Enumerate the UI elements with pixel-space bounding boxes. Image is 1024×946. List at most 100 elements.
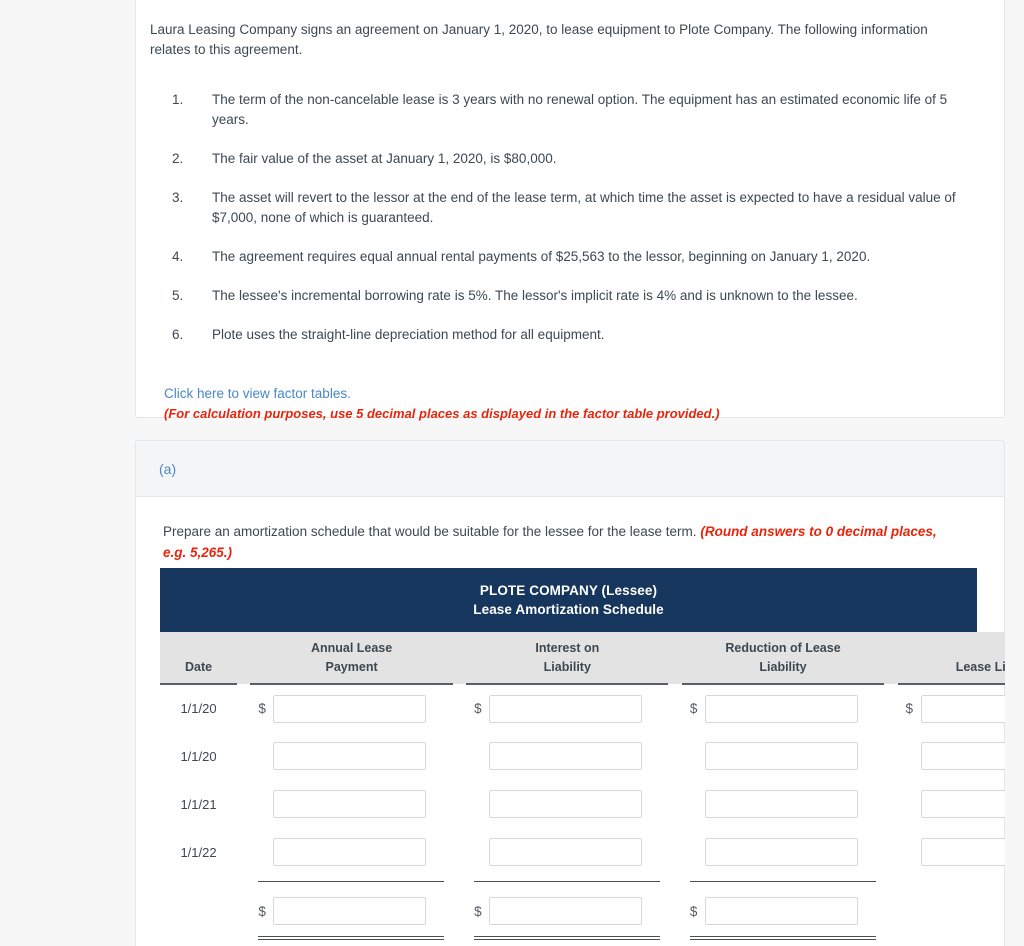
row3-cell-payment: $ xyxy=(250,780,452,828)
exercise-page: Laura Leasing Company signs an agreement… xyxy=(0,0,1024,946)
input-payment-3[interactable] xyxy=(273,790,427,818)
input-reduction-1[interactable] xyxy=(704,694,858,723)
fact-text-4: The agreement requires equal annual rent… xyxy=(212,249,871,264)
dblrule-gap-3 xyxy=(668,934,681,942)
schedule-head: Date Annual Lease Payment Interest on Li… xyxy=(160,632,1005,685)
input-total-interest[interactable] xyxy=(489,897,643,925)
input-reduction-4[interactable] xyxy=(704,838,858,866)
column-header-reduction-of-lease-liability: Reduction of Lease Liability xyxy=(681,632,885,685)
row4-gap-3 xyxy=(668,828,681,876)
row3-cell-interest: $ xyxy=(466,780,668,828)
schedule-header-row: Date Annual Lease Payment Interest on Li… xyxy=(160,632,1005,685)
total-cell-interest: $ xyxy=(466,886,668,934)
input-payment-1[interactable] xyxy=(273,694,427,723)
row1-cell-payment: $ xyxy=(250,684,452,732)
input-payment-2[interactable] xyxy=(273,742,427,770)
input-interest-2[interactable] xyxy=(489,742,643,770)
decimal-places-note: (For calculation purposes, use 5 decimal… xyxy=(164,406,720,421)
subtotal-rule-payment xyxy=(250,876,452,886)
total-liability-spacer xyxy=(898,886,1005,934)
total-gap-2 xyxy=(453,886,466,934)
row4-cell-liability: $ xyxy=(898,828,1005,876)
row2-gap-2 xyxy=(453,732,466,780)
column-gap-1 xyxy=(237,632,251,684)
row2-cell-payment: $ xyxy=(250,732,452,780)
dollar-sign-icon: $ xyxy=(905,701,914,716)
subtotal-date-spacer xyxy=(160,876,237,886)
schedule-body: 1/1/20 $ $ $ $ 1/1/20 1/1/21 1/1/22 $ $ … xyxy=(160,684,1005,942)
total-gap-3 xyxy=(668,886,681,934)
column-header-interest-line2: Liability xyxy=(543,660,591,674)
row4-gap-1 xyxy=(237,828,250,876)
part-a-body: Prepare an amortization schedule that wo… xyxy=(136,497,1004,563)
column-header-reduction-line1: Reduction of Lease xyxy=(725,641,841,655)
table-row: 1/1/20 $ $ xyxy=(160,684,1005,732)
fact-text-2: The fair value of the asset at January 1… xyxy=(212,151,557,166)
row4-cell-payment: $ xyxy=(250,828,452,876)
row3-gap-2 xyxy=(453,780,466,828)
schedule-inner: PLOTE COMPANY (Lessee) Lease Amortizatio… xyxy=(160,568,1005,942)
part-a-header: (a) xyxy=(136,441,1004,497)
fact-item-2: 2. The fair value of the asset at Januar… xyxy=(150,149,980,169)
row1-gap-1 xyxy=(237,684,250,732)
total-cell-reduction: $ xyxy=(682,886,884,934)
column-header-payment-line1: Annual Lease xyxy=(310,641,393,655)
row2-gap-1 xyxy=(237,732,250,780)
subtotal-rule-reduction xyxy=(682,876,884,886)
row1-gap-3 xyxy=(668,684,681,732)
input-payment-4[interactable] xyxy=(273,838,427,866)
column-gap-2 xyxy=(452,632,467,684)
input-liability-4[interactable] xyxy=(920,838,1005,866)
total-gap-1 xyxy=(237,886,250,934)
column-header-reduction-line2: Liability xyxy=(759,660,807,674)
column-header-annual-lease-payment: Annual Lease Payment xyxy=(250,632,453,685)
row2-cell-liability: $ xyxy=(898,732,1005,780)
dblrule-gap-2 xyxy=(453,934,466,942)
column-header-date-line2: Date xyxy=(184,660,213,674)
row1-cell-liability: $ xyxy=(898,684,1005,732)
total-row-date xyxy=(160,886,237,934)
row3-gap-4 xyxy=(884,780,897,828)
fact-item-5: 5. The lessee's incremental borrowing ra… xyxy=(150,286,980,306)
input-liability-2[interactable] xyxy=(920,742,1005,770)
column-header-interest-on-liability: Interest on Liability xyxy=(466,632,669,685)
schedule-table: Date Annual Lease Payment Interest on Li… xyxy=(160,632,1005,942)
subtotal-gap-1 xyxy=(237,876,250,886)
part-a-prompt: Prepare an amortization schedule that wo… xyxy=(163,521,963,563)
fact-text-5: The lessee's incremental borrowing rate … xyxy=(212,288,858,303)
row4-cell-interest: $ xyxy=(466,828,668,876)
column-header-date: Date xyxy=(160,632,238,685)
subtotal-gap-2 xyxy=(453,876,466,886)
intro-paragraph: Laura Leasing Company signs an agreement… xyxy=(150,22,928,57)
row-date-4: 1/1/22 xyxy=(180,844,217,860)
input-total-reduction[interactable] xyxy=(704,897,858,925)
fact-item-1: 1. The term of the non-cancelable lease … xyxy=(150,90,980,130)
column-header-date-line1 xyxy=(160,639,237,658)
subtotal-gap-4 xyxy=(884,876,897,886)
subtotal-rule-interest xyxy=(466,876,668,886)
row-date-1: 1/1/20 xyxy=(180,701,217,716)
input-reduction-3[interactable] xyxy=(704,790,858,818)
fact-text-6: Plote uses the straight-line depreciatio… xyxy=(212,327,605,342)
dollar-sign-icon: $ xyxy=(258,903,266,919)
schedule-company-title: PLOTE COMPANY (Lessee) xyxy=(479,583,658,598)
input-interest-1[interactable] xyxy=(489,694,643,723)
input-interest-4[interactable] xyxy=(489,838,643,866)
factor-tables-link[interactable]: Click here to view factor tables. xyxy=(164,386,351,401)
table-row: 1/1/22 $ $ xyxy=(160,828,1005,876)
column-header-payment-line2: Payment xyxy=(325,660,378,674)
input-liability-1[interactable] xyxy=(920,694,1005,723)
row1-gap-4 xyxy=(884,684,897,732)
total-gap-4 xyxy=(884,886,897,934)
input-reduction-2[interactable] xyxy=(704,742,858,770)
double-rule-interest xyxy=(466,934,668,942)
row2-gap-4 xyxy=(884,732,897,780)
input-total-payment[interactable] xyxy=(273,897,427,925)
input-interest-3[interactable] xyxy=(489,790,643,818)
part-a-label: (a) xyxy=(159,460,177,477)
schedule-subtitle: Lease Amortization Schedule xyxy=(473,602,664,617)
row4-gap-2 xyxy=(453,828,466,876)
input-liability-3[interactable] xyxy=(920,790,1005,818)
prompt-main-text: Prepare an amortization schedule that wo… xyxy=(163,524,697,539)
dblrule-liability-spacer xyxy=(898,934,1005,942)
